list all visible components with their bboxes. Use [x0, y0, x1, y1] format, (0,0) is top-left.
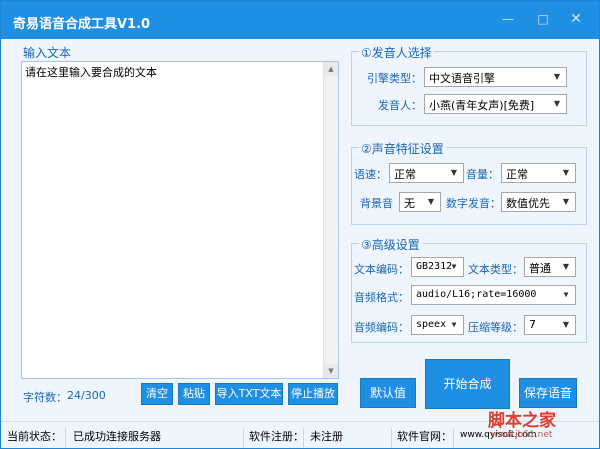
digit-label: 数字发音： — [446, 197, 501, 210]
chevron-down-icon: ▼ — [450, 168, 458, 177]
close-icon[interactable]: ✕ — [567, 11, 585, 27]
app-window: 奇易语音合成工具V1.0 — □ ✕ 输入文本 请在这里输入要合成的文本 ▲ ▼… — [0, 0, 600, 449]
chevron-down-icon: ▼ — [451, 320, 457, 329]
volume-select-value: 正常 — [506, 168, 528, 181]
speed-select[interactable]: 正常 ▼ — [389, 163, 464, 183]
scroll-up-icon[interactable]: ▲ — [324, 62, 338, 76]
codec-select-value: speex — [416, 319, 447, 330]
char-count-label: 字符数： — [23, 391, 67, 404]
volume-select[interactable]: 正常 ▼ — [501, 163, 576, 183]
status-label: 当前状态： — [7, 430, 62, 443]
minimize-icon[interactable]: — — [499, 11, 517, 27]
scroll-down-icon[interactable]: ▼ — [324, 364, 338, 378]
bg-label: 背景音 — [360, 197, 393, 210]
start-synthesis-button[interactable]: 开始合成 — [425, 359, 510, 409]
bg-select[interactable]: 无 ▼ — [399, 192, 441, 212]
status-value: 已成功连接服务器 — [73, 430, 161, 443]
speaker-group-title: ①发音人选择 — [359, 44, 434, 61]
features-group — [351, 147, 587, 225]
watermark-url: www.jb51.net — [491, 430, 553, 440]
voice-select-value: 小燕(青年女声)[免费] — [429, 99, 535, 112]
website-label: 软件官网： — [397, 430, 452, 443]
chevron-down-icon: ▼ — [562, 262, 570, 271]
registration-label: 软件注册： — [249, 430, 304, 443]
digit-select[interactable]: 数值优先 ▼ — [501, 192, 576, 212]
codec-label: 音频编码： — [354, 321, 409, 334]
stop-play-button[interactable]: 停止播放 — [288, 383, 338, 405]
type-select[interactable]: 普通 ▼ — [524, 257, 576, 277]
chevron-down-icon: ▼ — [562, 320, 570, 329]
chevron-down-icon: ▼ — [563, 290, 569, 299]
encoding-select[interactable]: GB2312 ▼ — [411, 257, 464, 277]
codec-select[interactable]: speex ▼ — [411, 315, 464, 335]
type-label: 文本类型： — [468, 263, 523, 276]
type-select-value: 普通 — [529, 262, 551, 275]
volume-label: 音量： — [466, 168, 499, 181]
level-select[interactable]: 7 ▼ — [524, 315, 576, 335]
registration-value: 未注册 — [310, 430, 343, 443]
digit-select-value: 数值优先 — [506, 197, 550, 210]
chevron-down-icon: ▼ — [553, 99, 561, 108]
level-label: 压缩等级： — [468, 321, 523, 334]
text-input-scrollbar[interactable]: ▲ ▼ — [323, 62, 338, 378]
encoding-label: 文本编码： — [354, 263, 409, 276]
engine-select[interactable]: 中文语音引擎 ▼ — [424, 67, 567, 87]
speaker-group — [351, 51, 587, 126]
level-select-value: 7 — [529, 318, 536, 331]
speed-label: 语速： — [354, 168, 387, 181]
chevron-down-icon: ▼ — [562, 168, 570, 177]
speed-select-value: 正常 — [394, 168, 416, 181]
watermark-logo: 脚本之家 — [488, 411, 556, 431]
features-group-title: ②声音特征设置 — [359, 140, 446, 157]
bg-select-value: 无 — [404, 197, 415, 210]
clear-button[interactable]: 清空 — [141, 383, 173, 405]
format-select-value: audio/L16;rate=16000 — [416, 289, 537, 300]
import-txt-button[interactable]: 导入TXT文本 — [215, 383, 283, 405]
chevron-down-icon: ▼ — [451, 262, 457, 271]
format-select[interactable]: audio/L16;rate=16000 ▼ — [411, 285, 576, 305]
chevron-down-icon: ▼ — [562, 197, 570, 206]
text-input-area[interactable]: 请在这里输入要合成的文本 ▲ ▼ — [21, 61, 339, 379]
text-input-content: 请在这里输入要合成的文本 — [25, 66, 157, 79]
chevron-down-icon: ▼ — [427, 197, 435, 206]
char-count-value: 24/300 — [67, 389, 106, 402]
format-label: 音频格式： — [354, 291, 409, 304]
title-bar: 奇易语音合成工具V1.0 — □ ✕ — [1, 1, 599, 39]
input-title: 输入文本 — [23, 46, 72, 60]
voice-select[interactable]: 小燕(青年女声)[免费] ▼ — [424, 94, 567, 114]
default-button[interactable]: 默认值 — [360, 378, 416, 408]
chevron-down-icon: ▼ — [553, 72, 561, 81]
save-audio-button[interactable]: 保存语音 — [519, 378, 577, 408]
window-title: 奇易语音合成工具V1.0 — [13, 17, 151, 32]
engine-label: 引擎类型： — [367, 72, 422, 85]
paste-button[interactable]: 粘贴 — [178, 383, 210, 405]
voice-label: 发音人： — [378, 99, 422, 112]
engine-select-value: 中文语音引擎 — [429, 72, 495, 85]
maximize-icon[interactable]: □ — [534, 11, 552, 27]
advanced-group-title: ③高级设置 — [359, 236, 422, 253]
